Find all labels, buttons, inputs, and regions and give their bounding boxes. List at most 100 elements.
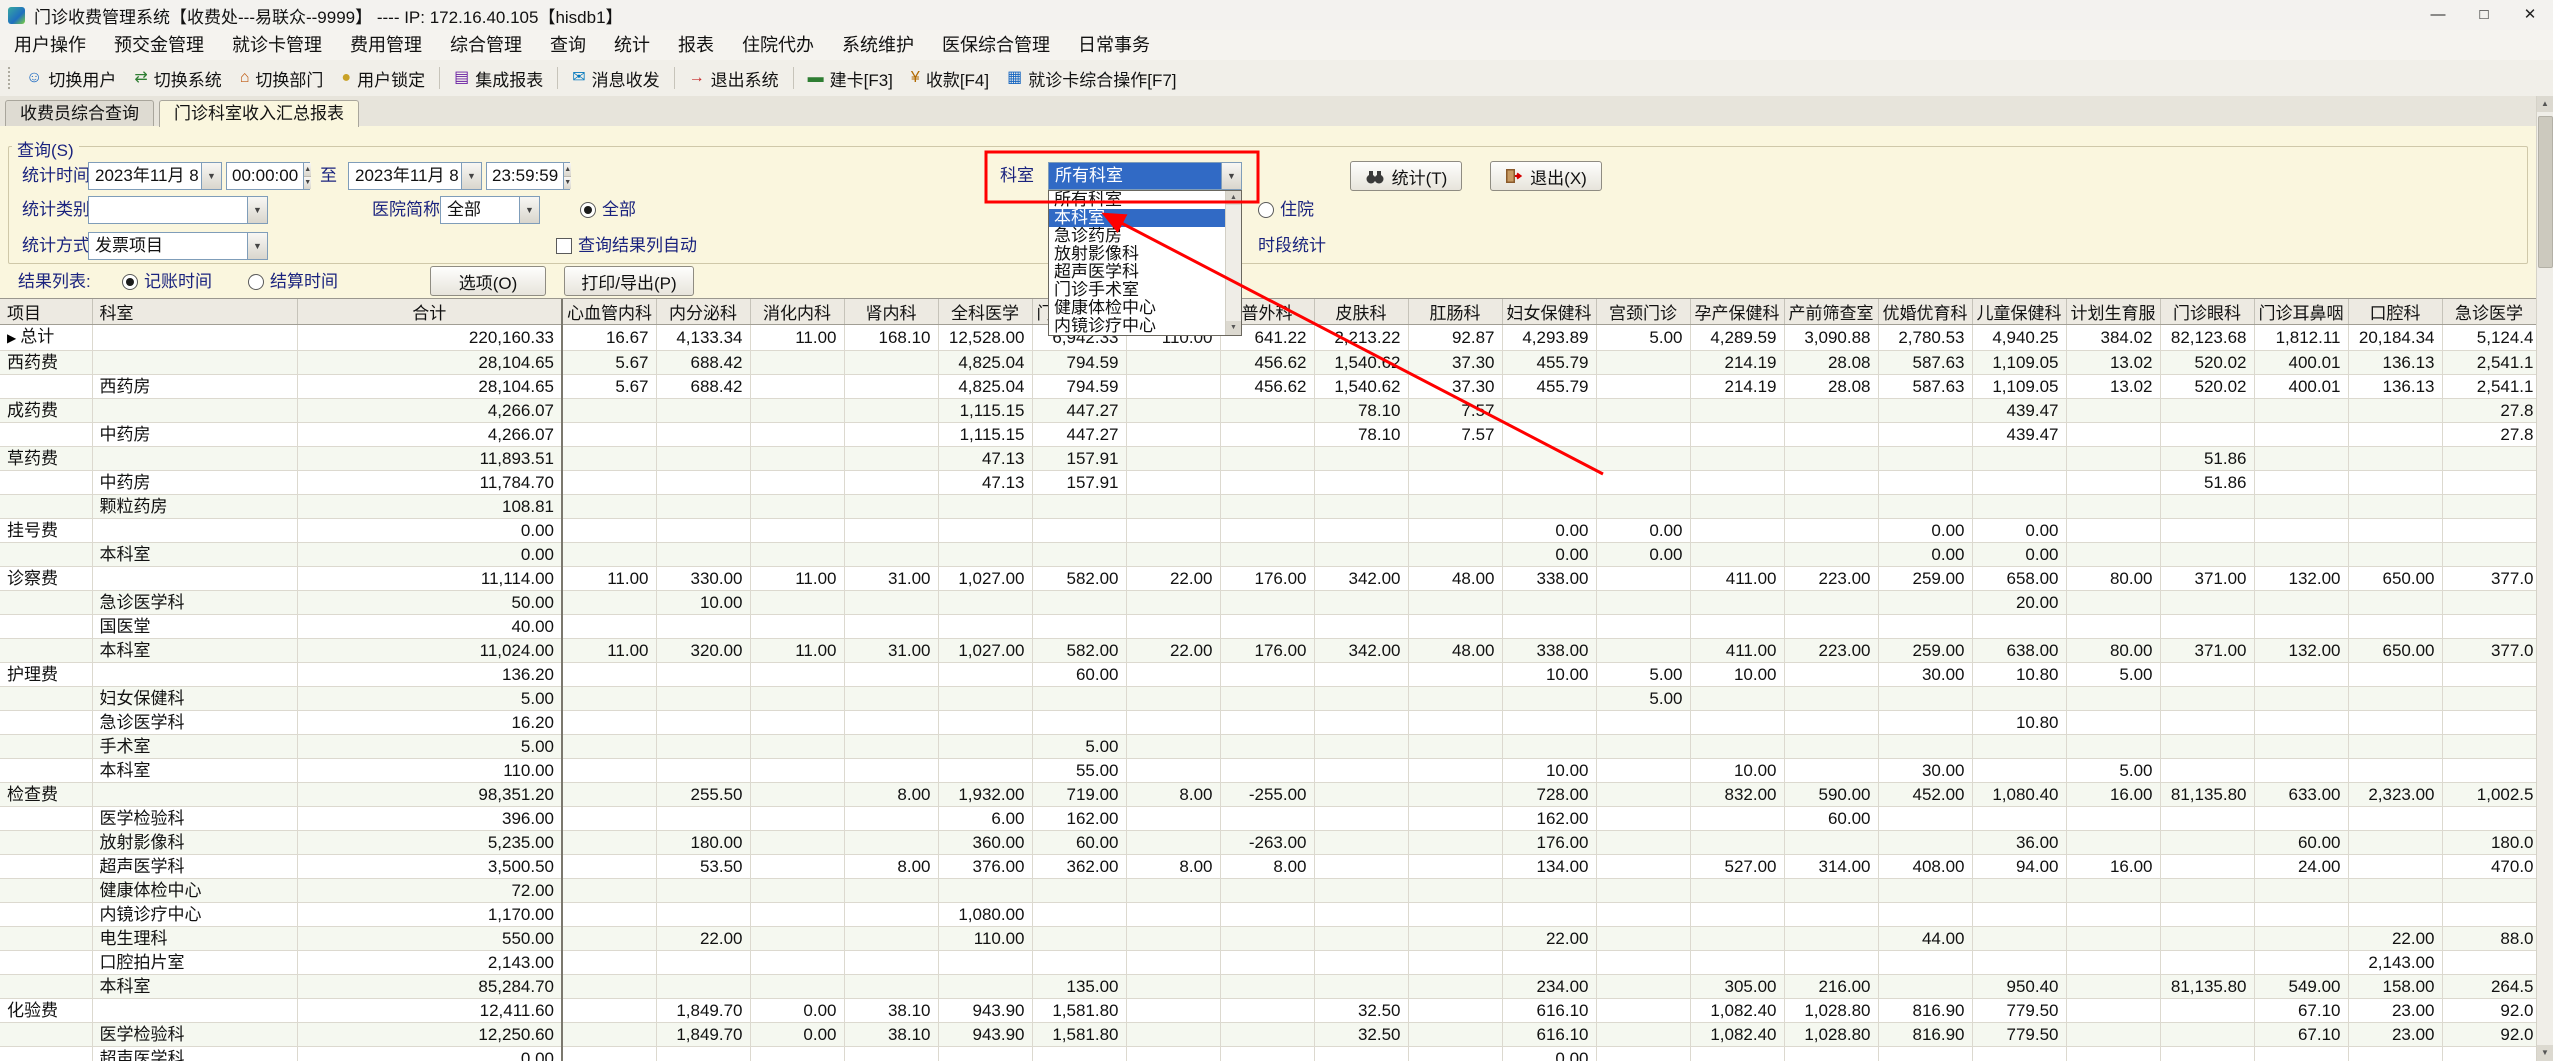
value-cell[interactable] bbox=[656, 974, 751, 999]
value-cell[interactable]: 371.00 bbox=[2160, 566, 2255, 591]
value-cell[interactable] bbox=[562, 806, 657, 831]
value-cell[interactable]: 3,090.88 bbox=[1784, 324, 1879, 351]
value-cell[interactable]: 2,541.1 bbox=[2442, 350, 2537, 375]
value-cell[interactable] bbox=[2348, 758, 2443, 783]
value-cell[interactable] bbox=[1220, 758, 1315, 783]
value-cell[interactable] bbox=[750, 614, 845, 639]
spin-up-icon[interactable]: ▲ bbox=[564, 163, 572, 177]
radio-settlement-time[interactable]: 结算时间 bbox=[248, 268, 338, 296]
value-cell[interactable]: 4,293.89 bbox=[1502, 324, 1597, 351]
dept-cell[interactable] bbox=[92, 662, 298, 687]
stat-class-combo[interactable]: ▼ bbox=[88, 196, 268, 224]
value-cell[interactable]: 7.57 bbox=[1408, 422, 1503, 447]
value-cell[interactable] bbox=[938, 758, 1033, 783]
toolbar-button-card-operations-f7[interactable]: ▦ 就诊卡综合操作[F7] bbox=[998, 64, 1185, 92]
value-cell[interactable]: 338.00 bbox=[1502, 638, 1597, 663]
value-cell[interactable] bbox=[2442, 590, 2537, 615]
value-cell[interactable] bbox=[1878, 878, 1973, 903]
value-cell[interactable]: 22.00 bbox=[1126, 566, 1221, 591]
radio-booking-time[interactable]: 记账时间 bbox=[122, 268, 212, 296]
dept-cell[interactable] bbox=[92, 566, 298, 591]
chevron-down-icon[interactable]: ▼ bbox=[247, 233, 267, 259]
value-cell[interactable]: 11,893.51 bbox=[297, 446, 563, 471]
value-cell[interactable] bbox=[1220, 422, 1315, 447]
value-cell[interactable] bbox=[1596, 830, 1691, 855]
value-cell[interactable]: 527.00 bbox=[1690, 854, 1785, 879]
value-cell[interactable]: 81,135.80 bbox=[2160, 974, 2255, 999]
value-cell[interactable] bbox=[1596, 878, 1691, 903]
value-cell[interactable] bbox=[2442, 806, 2537, 831]
value-cell[interactable] bbox=[1690, 686, 1785, 711]
value-cell[interactable] bbox=[844, 734, 939, 759]
value-cell[interactable]: 162.00 bbox=[1032, 806, 1127, 831]
value-cell[interactable] bbox=[938, 950, 1033, 975]
dept-cell[interactable]: 中药房 bbox=[92, 470, 298, 495]
value-cell[interactable] bbox=[2348, 590, 2443, 615]
value-cell[interactable] bbox=[750, 446, 845, 471]
value-cell[interactable] bbox=[1314, 470, 1409, 495]
value-cell[interactable] bbox=[1784, 734, 1879, 759]
value-cell[interactable] bbox=[656, 398, 751, 423]
value-cell[interactable]: 51.86 bbox=[2160, 446, 2255, 471]
value-cell[interactable]: 259.00 bbox=[1878, 638, 1973, 663]
value-cell[interactable] bbox=[656, 950, 751, 975]
value-cell[interactable] bbox=[562, 1022, 657, 1047]
toolbar-grip[interactable] bbox=[8, 67, 10, 89]
value-cell[interactable] bbox=[2160, 590, 2255, 615]
value-cell[interactable]: 13.02 bbox=[2066, 350, 2161, 375]
value-cell[interactable] bbox=[1220, 686, 1315, 711]
value-cell[interactable]: 5.00 bbox=[1032, 734, 1127, 759]
value-cell[interactable] bbox=[1502, 710, 1597, 735]
value-cell[interactable] bbox=[2066, 1022, 2161, 1047]
value-cell[interactable] bbox=[844, 974, 939, 999]
value-cell[interactable] bbox=[2160, 518, 2255, 543]
value-cell[interactable] bbox=[656, 470, 751, 495]
menu-item[interactable]: 日常事务 bbox=[1064, 30, 1164, 60]
value-cell[interactable] bbox=[1596, 854, 1691, 879]
value-cell[interactable] bbox=[1502, 494, 1597, 519]
value-cell[interactable]: 0.00 bbox=[1502, 518, 1597, 543]
value-cell[interactable] bbox=[1126, 1022, 1221, 1047]
value-cell[interactable]: 67.10 bbox=[2254, 998, 2349, 1023]
value-cell[interactable]: 650.00 bbox=[2348, 566, 2443, 591]
exit-button[interactable]: 退出(X) bbox=[1490, 161, 1602, 191]
value-cell[interactable]: 80.00 bbox=[2066, 566, 2161, 591]
value-cell[interactable] bbox=[1878, 830, 1973, 855]
value-cell[interactable] bbox=[2254, 422, 2349, 447]
dept-cell[interactable] bbox=[92, 782, 298, 807]
value-cell[interactable]: 38.10 bbox=[844, 1022, 939, 1047]
value-cell[interactable]: 220,160.33 bbox=[297, 324, 563, 351]
value-cell[interactable] bbox=[2442, 902, 2537, 927]
value-cell[interactable]: 11,784.70 bbox=[297, 470, 563, 495]
value-cell[interactable]: 5.00 bbox=[2066, 662, 2161, 687]
scroll-down-icon[interactable]: ▼ bbox=[2537, 1045, 2553, 1061]
value-cell[interactable]: 108.81 bbox=[297, 494, 563, 519]
value-cell[interactable]: 794.59 bbox=[1032, 350, 1127, 375]
value-cell[interactable]: 1,170.00 bbox=[297, 902, 563, 927]
value-cell[interactable]: 4,825.04 bbox=[938, 350, 1033, 375]
value-cell[interactable] bbox=[2348, 398, 2443, 423]
value-cell[interactable] bbox=[844, 926, 939, 951]
value-cell[interactable] bbox=[2160, 710, 2255, 735]
value-cell[interactable] bbox=[656, 878, 751, 903]
value-cell[interactable] bbox=[750, 902, 845, 927]
value-cell[interactable]: 168.10 bbox=[844, 324, 939, 351]
value-cell[interactable]: 305.00 bbox=[1690, 974, 1785, 999]
value-cell[interactable] bbox=[2348, 878, 2443, 903]
value-cell[interactable] bbox=[2066, 806, 2161, 831]
value-cell[interactable] bbox=[750, 710, 845, 735]
value-cell[interactable] bbox=[1690, 614, 1785, 639]
toolbar-button-user-lock[interactable]: ● 用户锁定 bbox=[332, 64, 434, 92]
value-cell[interactable] bbox=[750, 758, 845, 783]
item-cell[interactable]: 草药费 bbox=[0, 446, 93, 471]
value-cell[interactable] bbox=[1690, 494, 1785, 519]
value-cell[interactable]: 88.0 bbox=[2442, 926, 2537, 951]
value-cell[interactable] bbox=[1878, 470, 1973, 495]
value-cell[interactable] bbox=[1408, 470, 1503, 495]
value-cell[interactable]: 259.00 bbox=[1878, 566, 1973, 591]
value-cell[interactable] bbox=[1784, 422, 1879, 447]
value-cell[interactable] bbox=[2348, 422, 2443, 447]
value-cell[interactable]: 67.10 bbox=[2254, 1022, 2349, 1047]
dropdown-item[interactable]: 放射影像科 bbox=[1049, 245, 1226, 263]
value-cell[interactable] bbox=[938, 686, 1033, 711]
